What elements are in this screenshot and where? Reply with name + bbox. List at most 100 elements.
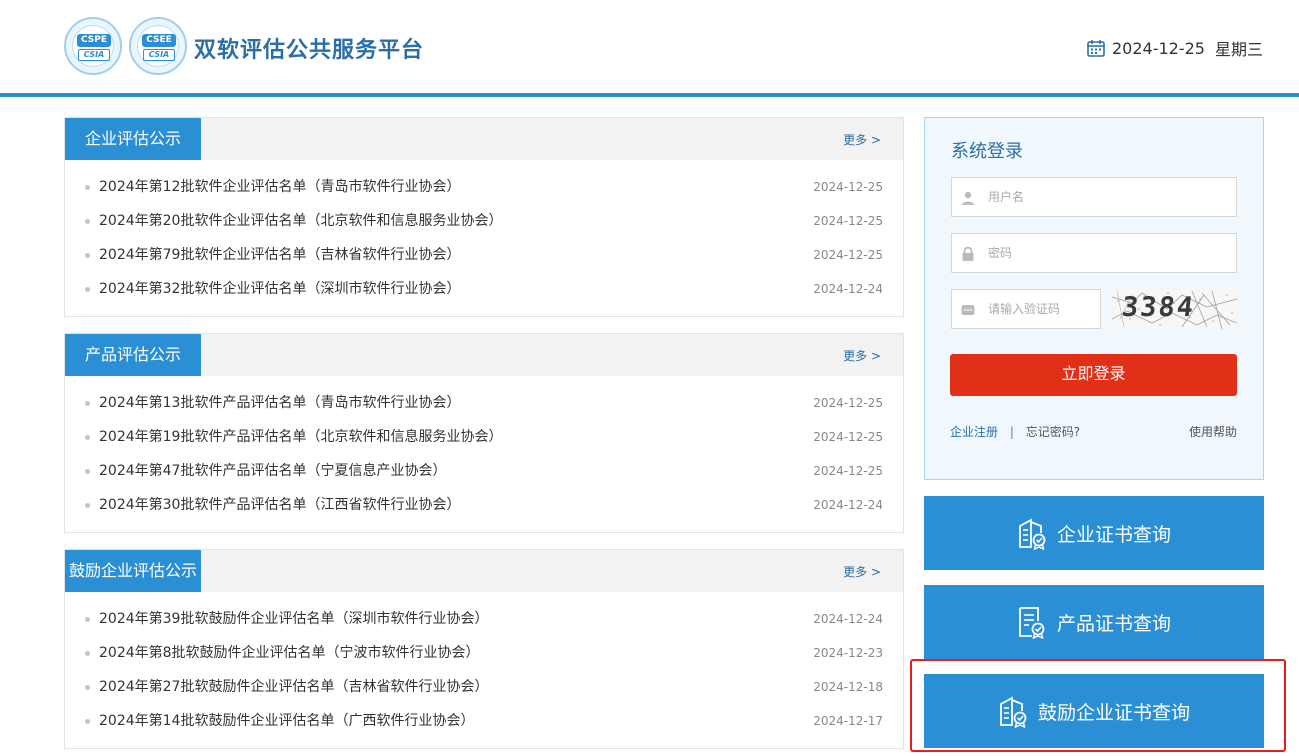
announcement-list: 2024年第39批软鼓励件企业评估名单（深圳市软件行业协会） 2024-12-24… [65, 592, 903, 738]
more-link[interactable]: 更多 > [843, 347, 881, 364]
captcha-text: 3384 [1120, 292, 1197, 323]
cspe-logo[interactable]: CSPE CSIA [64, 17, 122, 75]
login-button[interactable]: 立即登录 [950, 354, 1237, 396]
item-date: 2024-12-25 [813, 214, 883, 228]
item-date: 2024-12-25 [813, 430, 883, 444]
bullet-icon [85, 617, 90, 622]
item-date: 2024-12-23 [813, 646, 883, 660]
bullet-icon [85, 219, 90, 224]
list-item[interactable]: 2024年第12批软件企业评估名单（青岛市软件行业协会） 2024-12-25 [65, 170, 903, 204]
product-assessment-panel: 产品评估公示 更多 > 2024年第13批软件产品评估名单（青岛市软件行业协会）… [64, 333, 904, 533]
more-link[interactable]: 更多 > [843, 563, 881, 580]
csee-logo[interactable]: CSEE CSIA [129, 17, 187, 75]
link-separator: | [1009, 425, 1014, 439]
list-item[interactable]: 2024年第47批软件产品评估名单（宁夏信息产业协会） 2024-12-25 [65, 454, 903, 488]
bullet-icon [85, 435, 90, 440]
bullet-icon [85, 253, 90, 258]
header-divider [0, 93, 1299, 97]
forgot-password-link[interactable]: 忘记密码? [1026, 425, 1080, 439]
captcha-input[interactable] [988, 290, 1096, 328]
list-item[interactable]: 2024年第20批软件企业评估名单（北京软件和信息服务业协会） 2024-12-2… [65, 204, 903, 238]
item-title: 2024年第19批软件产品评估名单（北京软件和信息服务业协会） [99, 429, 503, 445]
logo-top-text: CSEE [142, 34, 176, 47]
list-item[interactable]: 2024年第39批软鼓励件企业评估名单（深圳市软件行业协会） 2024-12-24 [65, 602, 903, 636]
announcement-list: 2024年第12批软件企业评估名单（青岛市软件行业协会） 2024-12-25 2… [65, 160, 903, 306]
captcha-field[interactable] [951, 289, 1101, 329]
item-date: 2024-12-25 [813, 396, 883, 410]
bullet-icon [85, 401, 90, 406]
item-title: 2024年第20批软件企业评估名单（北京软件和信息服务业协会） [99, 213, 503, 229]
bullet-icon [85, 651, 90, 656]
list-item[interactable]: 2024年第13批软件产品评估名单（青岛市软件行业协会） 2024-12-25 [65, 386, 903, 420]
register-link[interactable]: 企业注册 [950, 425, 998, 439]
list-item[interactable]: 2024年第19批软件产品评估名单（北京软件和信息服务业协会） 2024-12-2… [65, 420, 903, 454]
message-icon [961, 305, 975, 315]
enterprise-certificate-query-button[interactable]: 企业证书查询 [924, 496, 1264, 570]
panel-header: 鼓励企业评估公示 更多 > [65, 550, 903, 592]
login-links: 企业注册 | 忘记密码? 使用帮助 [950, 423, 1237, 440]
query-label: 产品证书查询 [1056, 612, 1171, 635]
password-field[interactable] [951, 233, 1237, 273]
item-title: 2024年第30批软件产品评估名单（江西省软件行业协会） [99, 497, 461, 513]
item-title: 2024年第47批软件产品评估名单（宁夏信息产业协会） [99, 463, 447, 479]
list-item[interactable]: 2024年第27批软鼓励件企业评估名单（吉林省软件行业协会） 2024-12-18 [65, 670, 903, 704]
calendar-icon [1087, 40, 1105, 57]
list-item[interactable]: 2024年第32批软件企业评估名单（深圳市软件行业协会） 2024-12-24 [65, 272, 903, 306]
item-title: 2024年第79批软件企业评估名单（吉林省软件行业协会） [99, 247, 461, 263]
item-title: 2024年第13批软件产品评估名单（青岛市软件行业协会） [99, 395, 461, 411]
item-date: 2024-12-24 [813, 282, 883, 296]
panel-title[interactable]: 企业评估公示 [65, 118, 201, 160]
more-link[interactable]: 更多 > [843, 131, 881, 148]
item-date: 2024-12-25 [813, 180, 883, 194]
password-input[interactable] [988, 234, 1228, 272]
certificate-building-icon [1000, 696, 1027, 728]
user-icon [962, 191, 974, 205]
item-title: 2024年第27批软鼓励件企业评估名单（吉林省软件行业协会） [99, 679, 489, 695]
username-field[interactable] [951, 177, 1237, 217]
bullet-icon [85, 503, 90, 508]
help-link[interactable]: 使用帮助 [1189, 423, 1237, 440]
date-text: 2024-12-25 [1112, 38, 1205, 58]
query-label: 企业证书查询 [1056, 523, 1171, 546]
logo-bottom-text: CSIA [143, 49, 175, 61]
product-certificate-query-button[interactable]: 产品证书查询 [924, 585, 1264, 659]
list-item[interactable]: 2024年第30批软件产品评估名单（江西省软件行业协会） 2024-12-24 [65, 488, 903, 522]
logo-top-text: CSPE [77, 34, 111, 47]
item-title: 2024年第12批软件企业评估名单（青岛市软件行业协会） [99, 179, 461, 195]
bullet-icon [85, 287, 90, 292]
item-date: 2024-12-25 [813, 464, 883, 478]
site-title: 双软评估公共服务平台 [194, 38, 425, 63]
logo-bottom-text: CSIA [78, 49, 110, 61]
login-title: 系统登录 [951, 141, 1023, 162]
bullet-icon [85, 469, 90, 474]
item-date: 2024-12-24 [813, 612, 883, 626]
item-title: 2024年第32批软件企业评估名单（深圳市软件行业协会） [99, 281, 461, 297]
panel-title[interactable]: 鼓励企业评估公示 [65, 550, 201, 592]
panel-header: 企业评估公示 更多 > [65, 118, 903, 160]
panel-title[interactable]: 产品评估公示 [65, 334, 201, 376]
query-label: 鼓励企业证书查询 [1037, 701, 1190, 724]
list-item[interactable]: 2024年第14批软鼓励件企业评估名单（广西软件行业协会） 2024-12-17 [65, 704, 903, 738]
bullet-icon [85, 719, 90, 724]
weekday-text: 星期三 [1214, 40, 1263, 59]
item-title: 2024年第8批软鼓励件企业评估名单（宁波市软件行业协会） [99, 645, 480, 661]
item-date: 2024-12-25 [813, 248, 883, 262]
lock-icon [962, 246, 974, 261]
current-date: 2024-12-25 星期三 [1086, 36, 1263, 60]
username-input[interactable] [988, 178, 1228, 216]
list-item[interactable]: 2024年第8批软鼓励件企业评估名单（宁波市软件行业协会） 2024-12-23 [65, 636, 903, 670]
encouraged-enterprise-certificate-query-button[interactable]: 鼓励企业证书查询 [924, 674, 1264, 748]
bullet-icon [85, 685, 90, 690]
item-title: 2024年第14批软鼓励件企业评估名单（广西软件行业协会） [99, 713, 475, 729]
item-title: 2024年第39批软鼓励件企业评估名单（深圳市软件行业协会） [99, 611, 489, 627]
item-date: 2024-12-18 [813, 680, 883, 694]
header: CSPE CSIA CSEE CSIA 双软评估公共服务平台 2024-12-2… [0, 0, 1299, 93]
bullet-icon [85, 185, 90, 190]
item-date: 2024-12-24 [813, 498, 883, 512]
captcha-image[interactable]: 3384 [1112, 289, 1237, 329]
encouraged-enterprise-panel: 鼓励企业评估公示 更多 > 2024年第39批软鼓励件企业评估名单（深圳市软件行… [64, 549, 904, 749]
panel-header: 产品评估公示 更多 > [65, 334, 903, 376]
list-item[interactable]: 2024年第79批软件企业评估名单（吉林省软件行业协会） 2024-12-25 [65, 238, 903, 272]
enterprise-assessment-panel: 企业评估公示 更多 > 2024年第12批软件企业评估名单（青岛市软件行业协会）… [64, 117, 904, 317]
certificate-building-icon [1019, 518, 1046, 550]
